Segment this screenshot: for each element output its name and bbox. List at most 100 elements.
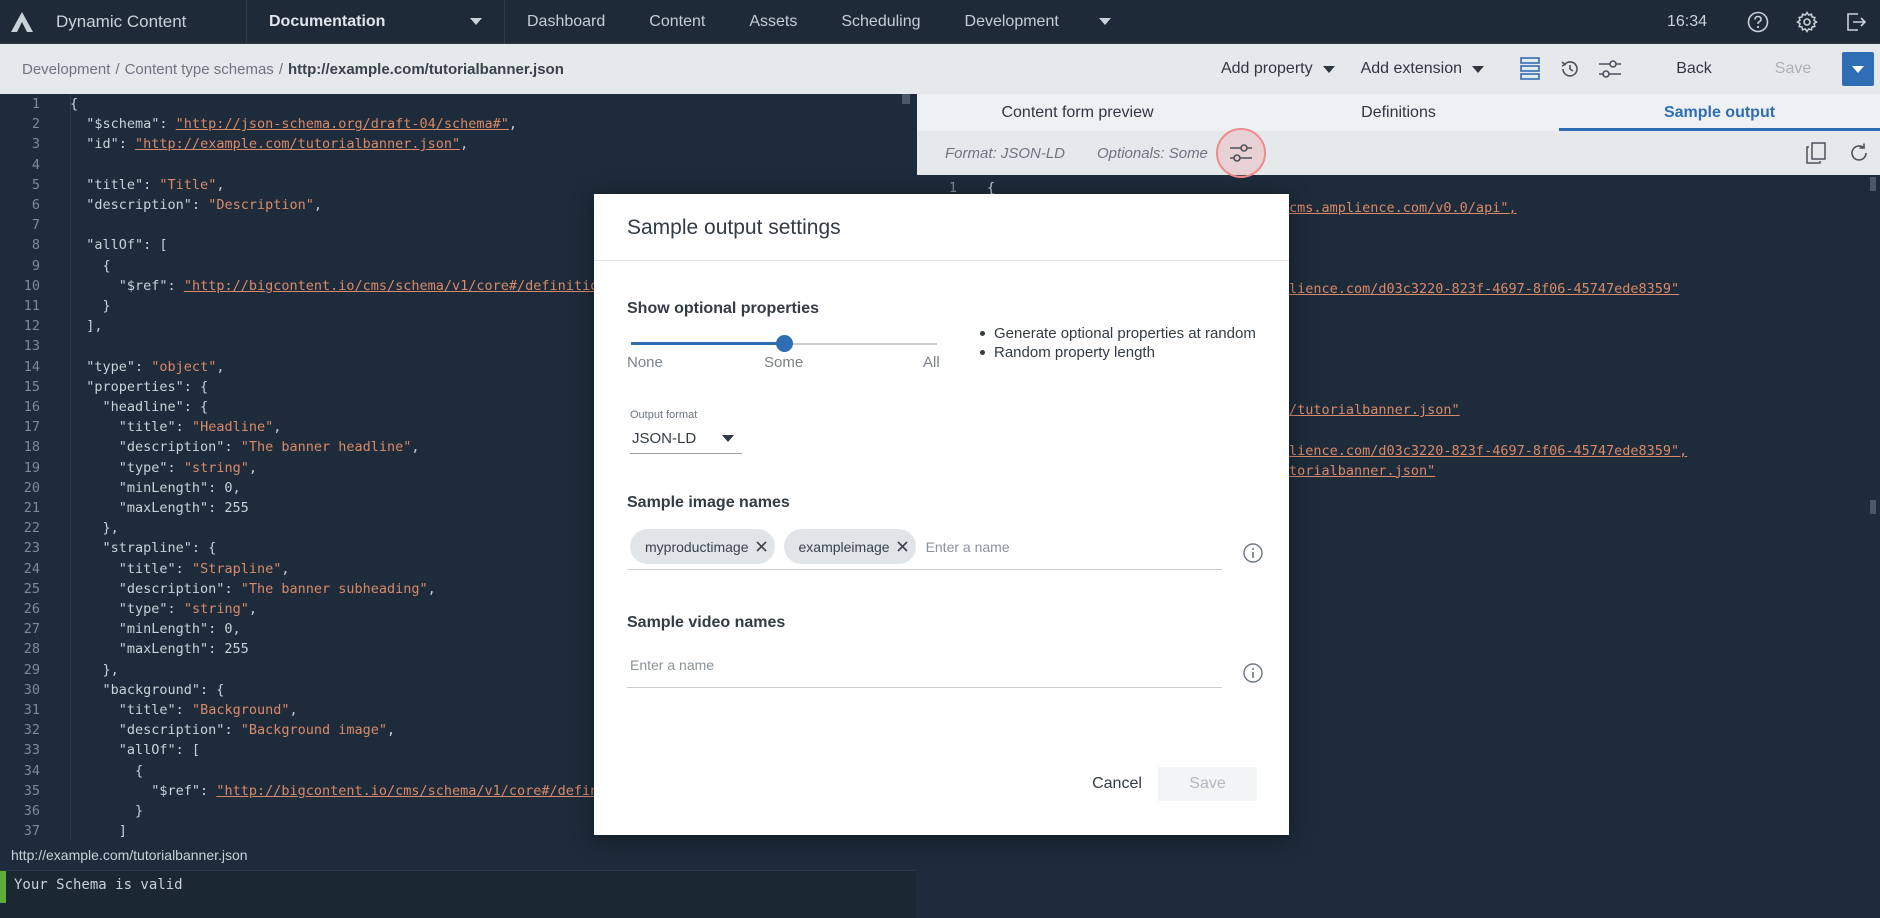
sample-settings-button[interactable] — [1215, 128, 1266, 178]
code-text: torialbanner.json" — [1289, 462, 1436, 479]
chip-label: exampleimage — [798, 538, 890, 555]
output-format-select[interactable]: JSON-LD — [630, 424, 742, 454]
line-number: 31 — [23, 702, 40, 718]
chevron-down-icon — [1322, 65, 1335, 73]
breadcrumb-development[interactable]: Development — [22, 61, 110, 78]
code-text: "description": "Background image", — [70, 722, 396, 739]
line-number: 12 — [23, 318, 40, 335]
logout-icon[interactable] — [1831, 0, 1880, 44]
nav-dashboard[interactable]: Dashboard — [505, 0, 627, 44]
code-text: "id": "http://example.com/tutorialbanner… — [70, 136, 469, 153]
nav-assets[interactable]: Assets — [727, 0, 819, 44]
line-number: 34 — [23, 762, 40, 779]
add-extension-button[interactable]: Add extension — [1361, 60, 1484, 78]
output-scrollbar-marker — [1870, 500, 1876, 514]
code-text: /tutorialbanner.json" — [1289, 402, 1460, 419]
chevron-down-icon — [1852, 65, 1864, 73]
line-number: 9 — [31, 257, 40, 274]
sliders-icon[interactable] — [1590, 44, 1630, 94]
slider-label-none: None — [627, 354, 663, 371]
code-line: 5 "title": "Title", — [0, 175, 916, 195]
refresh-icon[interactable] — [1837, 131, 1880, 175]
save-options-button[interactable] — [1842, 52, 1874, 86]
line-number: 22 — [23, 520, 40, 537]
slider-knob[interactable] — [776, 335, 793, 352]
image-names-heading: Sample image names — [627, 494, 790, 511]
save-button[interactable]: Save — [1744, 60, 1842, 78]
tab-content-form-preview[interactable]: Content form preview — [917, 94, 1238, 131]
list-view-icon[interactable] — [1510, 44, 1550, 94]
copy-icon[interactable] — [1794, 131, 1837, 175]
line-number: 33 — [23, 742, 40, 759]
code-text: "description": "The banner headline", — [70, 439, 420, 456]
chevron-down-icon — [470, 18, 482, 25]
code-text: "allOf": [ — [70, 237, 168, 254]
line-number: 21 — [23, 500, 40, 516]
validation-message: Your Schema is valid — [14, 877, 183, 893]
line-number: 35 — [23, 782, 40, 799]
cancel-button[interactable]: Cancel — [1081, 767, 1153, 801]
add-property-button[interactable]: Add property — [1221, 60, 1335, 78]
code-text: { — [70, 257, 111, 274]
chevron-down-icon — [1472, 65, 1484, 73]
code-text: "type": "string", — [70, 459, 257, 476]
line-number: 7 — [31, 217, 40, 234]
line-number: 4 — [31, 156, 40, 173]
gear-icon[interactable] — [1782, 0, 1831, 44]
back-button[interactable]: Back — [1644, 60, 1744, 78]
line-number: 13 — [23, 338, 40, 355]
slider-fill — [631, 342, 784, 345]
output-format-label: Output format — [630, 409, 698, 421]
line-number: 19 — [23, 459, 40, 476]
line-number: 32 — [23, 722, 40, 739]
close-icon[interactable] — [755, 541, 767, 552]
amplience-logo-icon[interactable] — [0, 0, 44, 44]
video-names-heading: Sample video names — [627, 614, 786, 631]
right-tabs: Content form preview Definitions Sample … — [917, 94, 1880, 131]
sample-output-bar: Format: JSON-LD Optionals: Some — [917, 128, 1880, 178]
code-text: }, — [70, 520, 119, 537]
optional-properties-slider[interactable] — [631, 334, 937, 354]
image-name-input[interactable]: Enter a name — [926, 539, 1010, 555]
line-number: 26 — [23, 601, 40, 617]
tab-sample-output[interactable]: Sample output — [1559, 94, 1880, 131]
chevron-down-icon — [722, 435, 734, 442]
nav-development[interactable]: Development — [943, 0, 1133, 44]
code-text: "strapline": { — [70, 540, 217, 557]
chevron-down-icon — [1098, 18, 1111, 25]
sliders-icon — [1229, 144, 1252, 162]
code-text: lience.com/d03c3220-823f-4697-8f06-45747… — [1289, 442, 1688, 459]
code-text: "description": "The banner subheading", — [70, 580, 436, 597]
slider-label-some: Some — [764, 354, 804, 371]
format-label: Format: JSON-LD — [945, 144, 1066, 162]
code-text: }, — [70, 661, 119, 678]
code-text: } — [70, 298, 111, 314]
code-text: "title": "Background", — [70, 702, 298, 718]
code-text: "title": "Title", — [70, 176, 225, 193]
nav-scheduling[interactable]: Scheduling — [819, 0, 942, 44]
line-number: 20 — [23, 479, 40, 496]
history-icon[interactable] — [1550, 44, 1590, 94]
breadcrumb-separator: / — [115, 60, 120, 78]
breadcrumb-schemas[interactable]: Content type schemas — [125, 61, 274, 78]
hub-selector[interactable]: Documentation — [247, 0, 505, 44]
line-number: 18 — [23, 439, 40, 456]
help-icon[interactable] — [1733, 0, 1782, 44]
nav-content[interactable]: Content — [627, 0, 727, 44]
line-number: 37 — [23, 823, 40, 840]
video-name-input[interactable]: Enter a name — [627, 651, 1222, 688]
code-text: cms.amplience.com/v0.0/api", — [1289, 200, 1517, 217]
optional-properties-heading: Show optional properties — [627, 300, 820, 317]
tab-definitions[interactable]: Definitions — [1238, 94, 1559, 131]
dialog-save-button[interactable]: Save — [1158, 767, 1257, 801]
line-number: 27 — [23, 621, 40, 638]
info-icon[interactable] — [1242, 662, 1264, 684]
app-name: Dynamic Content — [44, 0, 247, 44]
close-icon[interactable] — [896, 541, 908, 552]
info-icon[interactable] — [1242, 542, 1264, 564]
code-text: "minLength": 0, — [70, 621, 241, 638]
output-format-value: JSON-LD — [632, 430, 697, 447]
optional-notes: Generate optional properties at random R… — [979, 324, 1256, 362]
validation-bar: Your Schema is valid — [0, 870, 916, 918]
line-number: 3 — [31, 136, 40, 153]
